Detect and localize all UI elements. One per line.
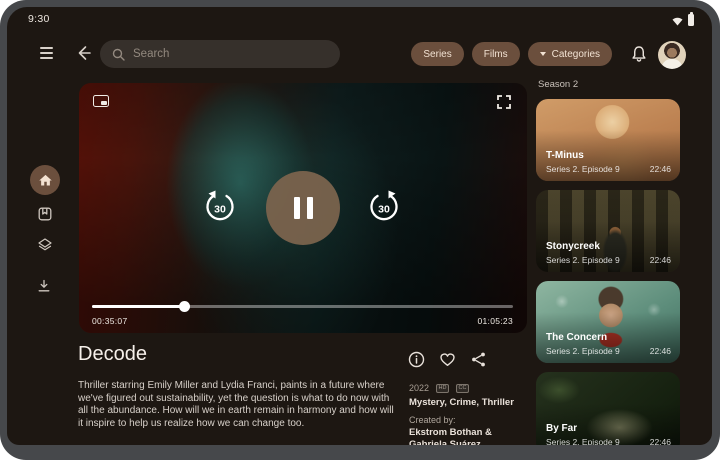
status-icons [672, 14, 694, 26]
episode-duration: 22:46 [650, 346, 671, 356]
progress-slider[interactable] [92, 299, 513, 313]
episode-title: T-Minus [546, 150, 671, 161]
episode-card[interactable]: Stonycreek Series 2. Episode 9 22:46 [536, 190, 680, 272]
download-icon [37, 279, 51, 293]
episode-card[interactable]: T-Minus Series 2. Episode 9 22:46 [536, 99, 680, 181]
episode-title: By Far [546, 423, 671, 434]
screenshot: 9:30 Series Films [0, 0, 720, 460]
episode-duration: 22:46 [650, 255, 671, 265]
app-screen: 9:30 Series Films [7, 7, 712, 445]
info-button[interactable] [408, 351, 425, 368]
svg-text:30: 30 [378, 204, 390, 216]
video-player[interactable]: 30 30 00: [79, 83, 527, 333]
device-frame: 9:30 Series Films [0, 0, 720, 460]
notifications-button[interactable] [630, 45, 648, 63]
genres: Mystery, Crime, Thriller [409, 397, 514, 408]
filter-chips: Series Films Categories [411, 42, 612, 66]
creators: Ekstrom Bothan & Gabriela Suárez [409, 427, 509, 445]
episode-subtitle: Series 2. Episode 9 [546, 437, 620, 445]
search-icon [112, 48, 125, 61]
sidebar-item-downloads[interactable] [37, 279, 53, 295]
season-title: Season 2 [538, 79, 578, 90]
episode-card[interactable]: The Concern Series 2. Episode 9 22:46 [536, 281, 680, 363]
created-by-label: Created by: [409, 415, 456, 425]
caret-down-icon [540, 52, 546, 56]
favorite-button[interactable] [439, 351, 456, 368]
status-time: 9:30 [28, 13, 50, 25]
episode-title: Stonycreek [546, 241, 671, 252]
forward-30-button[interactable]: 30 [365, 187, 403, 225]
progress-fill [92, 305, 185, 308]
search-input[interactable] [133, 48, 328, 60]
back-button[interactable] [73, 43, 93, 63]
description: Thriller starring Emily Miller and Lydia… [78, 380, 396, 430]
chip-series[interactable]: Series [411, 42, 463, 66]
episode-duration: 22:46 [650, 164, 671, 174]
sidebar-item-home[interactable] [30, 165, 60, 195]
layers-icon [37, 237, 53, 253]
episode-subtitle: Series 2. Episode 9 [546, 346, 620, 356]
battery-icon [688, 14, 694, 26]
hd-badge: HD [436, 384, 449, 393]
release-year: 2022 [409, 383, 429, 393]
sidebar-item-categories[interactable] [37, 237, 53, 253]
total-time: 01:05:23 [478, 316, 514, 326]
episode-subtitle: Series 2. Episode 9 [546, 164, 620, 174]
library-icon [37, 206, 53, 222]
sidebar-item-library[interactable] [37, 206, 53, 222]
avatar[interactable] [658, 41, 686, 69]
search-bar[interactable] [100, 40, 340, 68]
meta-row: 2022 HD CC [409, 383, 469, 393]
menu-button[interactable] [40, 45, 58, 61]
replay-30-button[interactable]: 30 [201, 187, 239, 225]
elapsed-time: 00:35:07 [92, 316, 128, 326]
episode-card[interactable]: By Far Series 2. Episode 9 22:46 [536, 372, 680, 445]
episode-subtitle: Series 2. Episode 9 [546, 255, 620, 265]
episode-title: The Concern [546, 332, 671, 343]
pause-button[interactable] [266, 171, 340, 245]
chip-films[interactable]: Films [472, 42, 520, 66]
fullscreen-button[interactable] [497, 95, 511, 109]
svg-text:30: 30 [214, 204, 226, 216]
cc-badge: CC [456, 384, 469, 393]
chip-categories[interactable]: Categories [528, 42, 612, 66]
progress-thumb[interactable] [179, 301, 190, 312]
share-button[interactable] [470, 351, 487, 368]
action-buttons [408, 351, 487, 368]
home-icon [38, 173, 53, 188]
picture-in-picture-button[interactable] [93, 95, 109, 107]
episode-duration: 22:46 [650, 437, 671, 445]
wifi-icon [672, 16, 683, 26]
page-title: Decode [78, 343, 147, 366]
